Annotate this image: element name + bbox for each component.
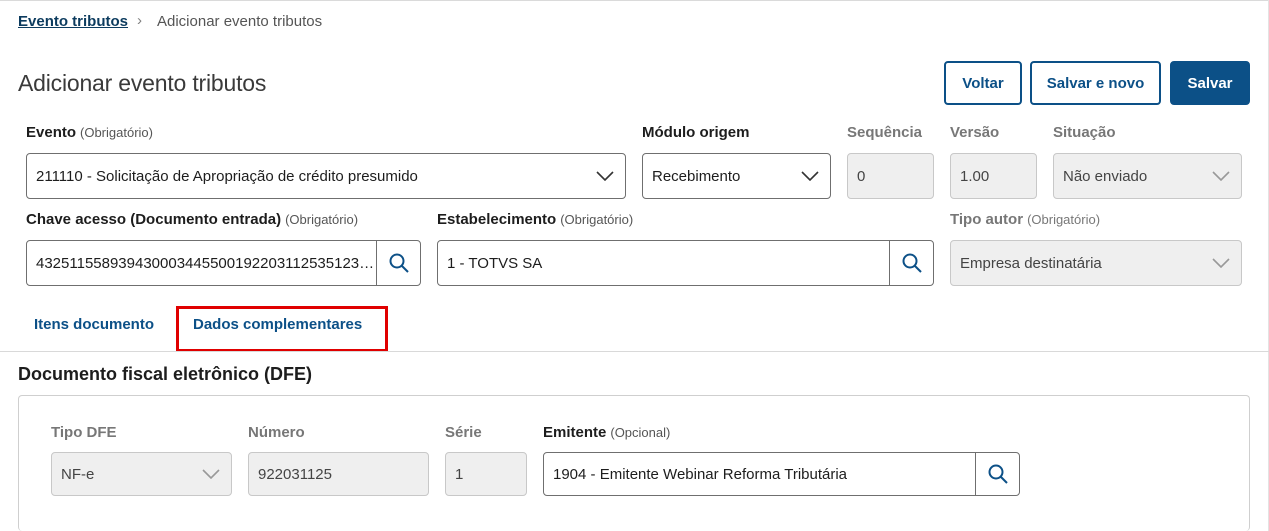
- evento-value: 211110 - Solicitação de Apropriação de c…: [36, 167, 418, 185]
- sequencia-label: Sequência: [847, 124, 923, 141]
- serie-field: 1: [445, 452, 527, 496]
- save-button[interactable]: Salvar: [1170, 61, 1250, 105]
- tipo-dfe-label: Tipo DFE: [51, 424, 117, 441]
- back-button[interactable]: Voltar: [944, 61, 1022, 105]
- tipo-dfe-select: NF-e: [51, 452, 232, 496]
- modulo-origem-label: Módulo origem: [642, 124, 750, 141]
- versao-field: 1.00: [950, 153, 1037, 199]
- chevron-down-icon: [585, 154, 625, 198]
- serie-label: Série: [445, 424, 482, 441]
- chevron-down-icon: [191, 453, 231, 495]
- modulo-origem-select[interactable]: Recebimento: [642, 153, 831, 199]
- tipo-autor-select: Empresa destinatária: [950, 240, 1242, 286]
- tipo-autor-label: Tipo autor (Obrigatório): [950, 211, 1100, 228]
- situacao-select: Não enviado: [1053, 153, 1242, 199]
- chave-acesso-lookup[interactable]: 4325115589394300034455001922031125351234…: [26, 240, 421, 286]
- tipo-autor-value: Empresa destinatária: [960, 254, 1102, 272]
- search-icon[interactable]: [975, 453, 1019, 495]
- emitente-label-text: Emitente: [543, 424, 607, 441]
- estabelecimento-label: Estabelecimento (Obrigatório): [437, 211, 633, 228]
- search-icon[interactable]: [889, 241, 933, 285]
- evento-label: Evento (Obrigatório): [26, 124, 153, 141]
- estabelecimento-lookup[interactable]: 1 - TOTVS SA: [437, 240, 934, 286]
- sequencia-value: 0: [857, 167, 866, 185]
- tipo-dfe-value: NF-e: [61, 465, 95, 483]
- estabelecimento-required-hint: (Obrigatório): [560, 212, 634, 227]
- modulo-origem-value: Recebimento: [652, 167, 741, 185]
- chevron-down-icon: [1201, 241, 1241, 285]
- tabs-divider: [0, 351, 1269, 352]
- numero-field: 922031125: [248, 452, 429, 496]
- evento-required-hint: (Obrigatório): [80, 125, 153, 140]
- chevron-down-icon: [790, 154, 830, 198]
- top-border: [0, 0, 1269, 1]
- tipo-autor-required-hint: (Obrigatório): [1027, 212, 1101, 227]
- numero-label: Número: [248, 424, 305, 441]
- save-and-new-button[interactable]: Salvar e novo: [1030, 61, 1161, 105]
- breadcrumb-link-evento-tributos[interactable]: Evento tributos: [18, 13, 128, 30]
- tab-highlight-box: [176, 306, 388, 352]
- breadcrumb-separator: ›: [137, 12, 142, 29]
- emitente-label: Emitente (Opcional): [543, 424, 670, 441]
- evento-select[interactable]: 211110 - Solicitação de Apropriação de c…: [26, 153, 626, 199]
- chave-acesso-label-text: Chave acesso (Documento entrada): [26, 211, 282, 228]
- numero-value: 922031125: [258, 465, 332, 483]
- chave-acesso-required-hint: (Obrigatório): [285, 212, 359, 227]
- page-title: Adicionar evento tributos: [18, 70, 267, 96]
- breadcrumb-current: Adicionar evento tributos: [157, 13, 323, 30]
- estabelecimento-value: 1 - TOTVS SA: [447, 254, 543, 272]
- chave-acesso-label: Chave acesso (Documento entrada) (Obrigat…: [26, 211, 358, 228]
- emitente-value: 1904 - Emitente Webinar Reforma Tributár…: [553, 465, 848, 483]
- tab-itens-documento[interactable]: Itens documento: [34, 316, 154, 333]
- emitente-optional-hint: (Opcional): [610, 425, 671, 440]
- chave-acesso-value: 4325115589394300034455001922031125351234…: [36, 254, 376, 272]
- serie-value: 1: [455, 465, 464, 483]
- sequencia-field: 0: [847, 153, 934, 199]
- emitente-lookup[interactable]: 1904 - Emitente Webinar Reforma Tributár…: [543, 452, 1020, 496]
- versao-label: Versão: [950, 124, 1000, 141]
- search-icon[interactable]: [376, 241, 420, 285]
- situacao-label: Situação: [1053, 124, 1116, 141]
- situacao-value: Não enviado: [1063, 167, 1148, 185]
- tipo-autor-label-text: Tipo autor: [950, 211, 1024, 228]
- versao-value: 1.00: [960, 167, 990, 185]
- evento-label-text: Evento: [26, 124, 77, 141]
- chevron-down-icon: [1201, 154, 1241, 198]
- dfe-section-title: Documento fiscal eletrônico (DFE): [18, 364, 313, 384]
- estabelecimento-label-text: Estabelecimento: [437, 211, 557, 228]
